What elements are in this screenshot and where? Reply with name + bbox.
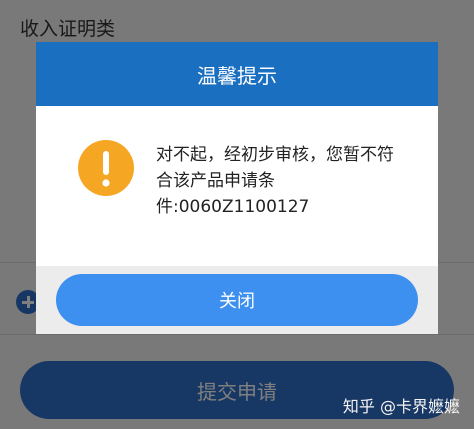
alert-dialog: 温馨提示 对不起，经初步审核，您暂不符 合该产品申请条 件:0060Z11001… [36, 42, 438, 334]
watermark: 知乎 @卡界嬷嬷 [342, 397, 460, 416]
message-line: 对不起，经初步审核，您暂不符 [156, 145, 394, 165]
dialog-header: 温馨提示 [36, 42, 438, 106]
exclamation-circle-icon [78, 140, 134, 196]
close-button[interactable]: 关闭 [56, 274, 418, 326]
dialog-message: 对不起，经初步审核，您暂不符 合该产品申请条 件:0060Z1100127 [156, 142, 416, 220]
dialog-body: 对不起，经初步审核，您暂不符 合该产品申请条 件:0060Z1100127 [36, 106, 438, 266]
dialog-footer: 关闭 [36, 266, 438, 334]
dialog-title: 温馨提示 [197, 63, 277, 88]
message-line: 合该产品申请条 [156, 171, 275, 191]
message-line: 件:0060Z1100127 [156, 197, 310, 217]
